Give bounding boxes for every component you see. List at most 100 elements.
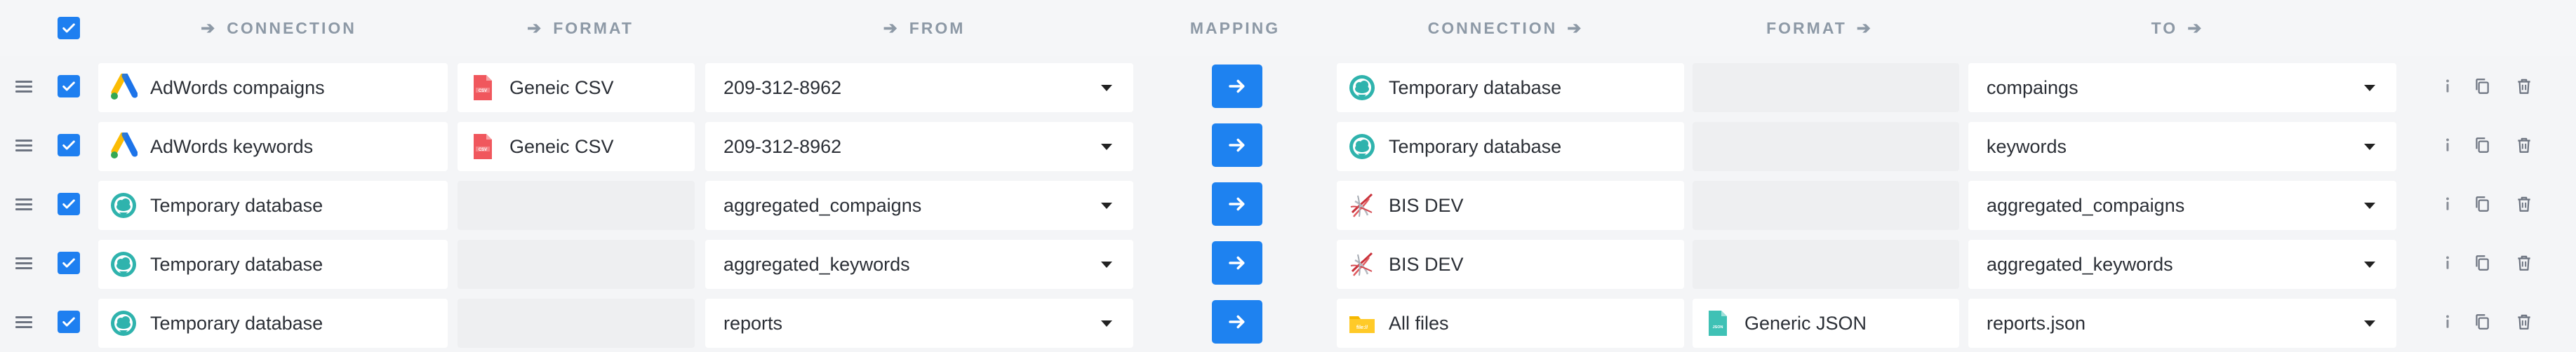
source-connection-field-label: Temporary database bbox=[150, 194, 323, 216]
sql-server-icon bbox=[1348, 250, 1376, 278]
source-connection-field[interactable]: AdWords compaigns bbox=[98, 63, 448, 112]
target-format-field-empty bbox=[1693, 122, 1959, 171]
mapping-button[interactable] bbox=[1212, 241, 1262, 285]
header-mapping: MAPPING bbox=[1137, 0, 1333, 56]
trash-icon[interactable] bbox=[2514, 194, 2534, 215]
to-select[interactable]: keywords bbox=[1968, 122, 2396, 171]
mapping-button[interactable] bbox=[1212, 182, 1262, 226]
arrow-right-icon bbox=[1229, 197, 1245, 211]
check-icon bbox=[62, 258, 75, 268]
source-format-field-label: Geneic CSV bbox=[509, 76, 614, 98]
caret-down-icon bbox=[1101, 84, 1112, 91]
temp-database-icon bbox=[109, 309, 138, 337]
folder-files-icon: file:// bbox=[1348, 309, 1376, 337]
target-format-field-empty bbox=[1693, 63, 1959, 112]
mapping-button[interactable] bbox=[1212, 300, 1262, 344]
row-checkbox[interactable] bbox=[58, 134, 80, 156]
target-format-field[interactable]: JSON Generic JSON bbox=[1693, 299, 1959, 348]
from-select[interactable]: 209-312-8962 bbox=[705, 122, 1133, 171]
from-select[interactable]: reports bbox=[705, 299, 1133, 348]
caret-down-icon bbox=[2364, 143, 2375, 150]
trash-icon[interactable] bbox=[2514, 135, 2534, 156]
check-icon bbox=[62, 317, 75, 327]
trash-icon[interactable] bbox=[2514, 311, 2534, 332]
to-select-value: aggregated_keywords bbox=[1987, 253, 2173, 275]
arrow-right-icon bbox=[1229, 138, 1245, 152]
target-connection-field[interactable]: BIS DEV bbox=[1337, 240, 1684, 289]
arrow-right-icon: ➔ bbox=[1856, 18, 1873, 38]
select-all-checkbox[interactable] bbox=[58, 17, 80, 39]
header-source-connection: ➔ CONNECTION bbox=[98, 0, 449, 56]
duplicate-icon[interactable] bbox=[2472, 76, 2492, 97]
from-select-value: aggregated_compaigns bbox=[723, 194, 922, 216]
source-connection-field[interactable]: AdWords keywords bbox=[98, 122, 448, 171]
duplicate-icon[interactable] bbox=[2472, 135, 2492, 156]
to-select[interactable]: aggregated_keywords bbox=[1968, 240, 2396, 289]
drag-handle-icon[interactable] bbox=[15, 257, 32, 270]
to-select-value: aggregated_compaigns bbox=[1987, 194, 2185, 216]
target-connection-field-label: Temporary database bbox=[1389, 135, 1562, 157]
drag-handle-icon[interactable] bbox=[15, 198, 32, 211]
source-format-field[interactable]: CSV Geneic CSV bbox=[458, 122, 695, 171]
adwords-icon bbox=[109, 72, 138, 102]
source-connection-field[interactable]: Temporary database bbox=[98, 240, 448, 289]
info-icon[interactable] bbox=[2438, 252, 2457, 273]
to-select[interactable]: reports.json bbox=[1968, 299, 2396, 348]
info-icon[interactable] bbox=[2438, 135, 2457, 156]
row-checkbox[interactable] bbox=[58, 193, 80, 215]
target-connection-field[interactable]: Temporary database bbox=[1337, 122, 1684, 171]
caret-down-icon bbox=[1101, 261, 1112, 268]
source-connection-field[interactable]: Temporary database bbox=[98, 181, 448, 230]
source-format-field[interactable]: CSV Geneic CSV bbox=[458, 63, 695, 112]
drag-handle-icon[interactable] bbox=[15, 81, 32, 93]
from-select[interactable]: aggregated_compaigns bbox=[705, 181, 1133, 230]
target-connection-field-label: All files bbox=[1389, 312, 1449, 334]
temp-database-icon bbox=[1348, 74, 1376, 102]
duplicate-icon[interactable] bbox=[2472, 311, 2492, 332]
mapping-button[interactable] bbox=[1212, 65, 1262, 108]
table-row: AdWords compaigns CSV Geneic CSV 209-312… bbox=[0, 57, 2576, 116]
row-checkbox[interactable] bbox=[58, 252, 80, 274]
header-mapping-label: MAPPING bbox=[1189, 18, 1281, 37]
svg-text:CSV: CSV bbox=[479, 148, 487, 152]
drag-handle-icon[interactable] bbox=[15, 316, 32, 329]
header-source-format: ➔ FORMAT bbox=[456, 0, 695, 56]
target-format-field-empty bbox=[1693, 181, 1959, 230]
to-select[interactable]: aggregated_compaigns bbox=[1968, 181, 2396, 230]
source-connection-field-label: AdWords keywords bbox=[150, 135, 314, 157]
svg-text:CSV: CSV bbox=[479, 89, 487, 93]
duplicate-icon[interactable] bbox=[2472, 194, 2492, 215]
drag-handle-icon[interactable] bbox=[15, 140, 32, 152]
to-select[interactable]: compaings bbox=[1968, 63, 2396, 112]
source-connection-field-label: Temporary database bbox=[150, 253, 323, 275]
arrow-right-icon: ➔ bbox=[1567, 18, 1584, 38]
arrow-right-icon bbox=[1229, 79, 1245, 93]
caret-down-icon bbox=[2364, 202, 2375, 209]
arrow-right-icon bbox=[1229, 256, 1245, 270]
info-icon[interactable] bbox=[2438, 76, 2457, 97]
caret-down-icon bbox=[2364, 84, 2375, 91]
to-select-value: reports.json bbox=[1987, 312, 2086, 334]
source-connection-field[interactable]: Temporary database bbox=[98, 299, 448, 348]
trash-icon[interactable] bbox=[2514, 76, 2534, 97]
target-connection-field[interactable]: file:// All files bbox=[1337, 299, 1684, 348]
arrow-right-icon: ➔ bbox=[527, 18, 544, 38]
target-connection-field[interactable]: BIS DEV bbox=[1337, 181, 1684, 230]
header-to: TO ➔ bbox=[1968, 0, 2396, 56]
source-format-field-empty bbox=[458, 240, 695, 289]
info-icon[interactable] bbox=[2438, 194, 2457, 215]
from-select[interactable]: 209-312-8962 bbox=[705, 63, 1133, 112]
header-source-format-label: FORMAT bbox=[553, 18, 634, 37]
info-icon[interactable] bbox=[2438, 311, 2457, 332]
mapping-button[interactable] bbox=[1212, 123, 1262, 167]
adwords-icon bbox=[109, 131, 138, 161]
trash-icon[interactable] bbox=[2514, 252, 2534, 273]
row-checkbox[interactable] bbox=[58, 311, 80, 333]
row-checkbox[interactable] bbox=[58, 75, 80, 97]
target-connection-field[interactable]: Temporary database bbox=[1337, 63, 1684, 112]
duplicate-icon[interactable] bbox=[2472, 252, 2492, 273]
caret-down-icon bbox=[1101, 143, 1112, 150]
source-connection-field-label: AdWords compaigns bbox=[150, 76, 325, 98]
check-icon bbox=[62, 23, 75, 33]
from-select[interactable]: aggregated_keywords bbox=[705, 240, 1133, 289]
